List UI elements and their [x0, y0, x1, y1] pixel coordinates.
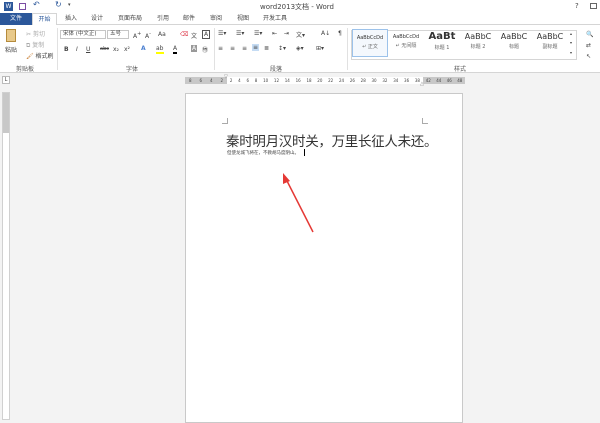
red-arrow-head	[283, 173, 290, 184]
red-arrow	[285, 178, 314, 233]
annotation-layer	[283, 173, 314, 233]
